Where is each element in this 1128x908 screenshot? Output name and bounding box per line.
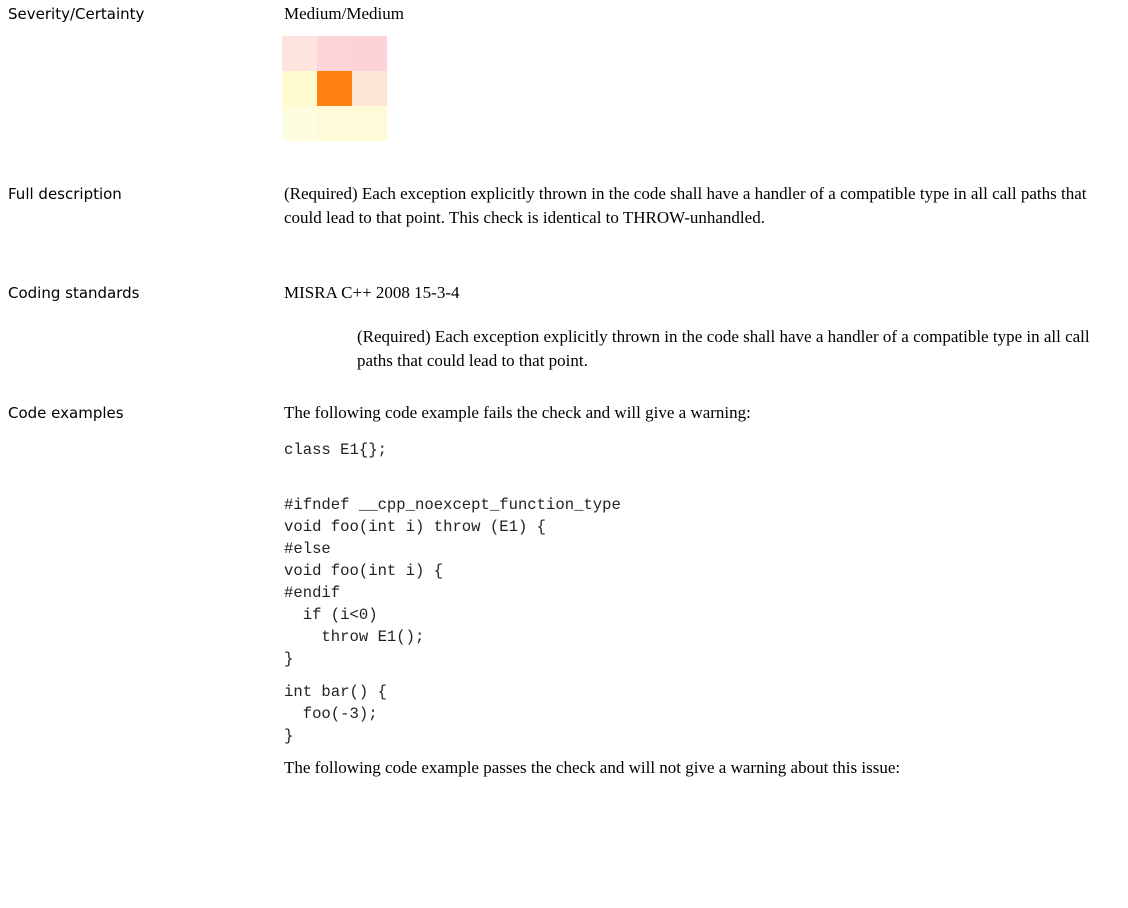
- matrix-cell-r2-c2: [352, 106, 387, 141]
- fail-example-intro: The following code example fails the che…: [284, 403, 751, 422]
- full-description-label: Full description: [8, 185, 122, 203]
- matrix-cell-r2-c0: [282, 106, 317, 141]
- fail-code-block-1: class E1{};: [284, 441, 387, 459]
- matrix-cell-r0-c1: [317, 36, 352, 71]
- severity-certainty-matrix: [282, 36, 387, 141]
- severity-certainty-label: Severity/Certainty: [8, 5, 145, 23]
- coding-standard-detail: (Required) Each exception explicitly thr…: [357, 327, 1090, 370]
- matrix-cell-r2-c1: [317, 106, 352, 141]
- matrix-cell-r1-c1: [317, 71, 352, 106]
- code-examples-label: Code examples: [8, 404, 124, 422]
- matrix-cell-r0-c0: [282, 36, 317, 71]
- full-description-text: (Required) Each exception explicitly thr…: [284, 184, 1087, 227]
- matrix-cell-r1-c0: [282, 71, 317, 106]
- pass-example-intro: The following code example passes the ch…: [284, 758, 901, 777]
- matrix-cell-r1-c2: [352, 71, 387, 106]
- fail-code-block-2: #ifndef __cpp_noexcept_function_type voi…: [284, 496, 621, 668]
- coding-standard-id: MISRA C++ 2008 15-3-4: [284, 283, 460, 302]
- severity-certainty-value: Medium/Medium: [284, 4, 404, 23]
- fail-code-block-3: int bar() { foo(-3); }: [284, 683, 387, 745]
- matrix-cell-r0-c2: [352, 36, 387, 71]
- coding-standards-label: Coding standards: [8, 284, 140, 302]
